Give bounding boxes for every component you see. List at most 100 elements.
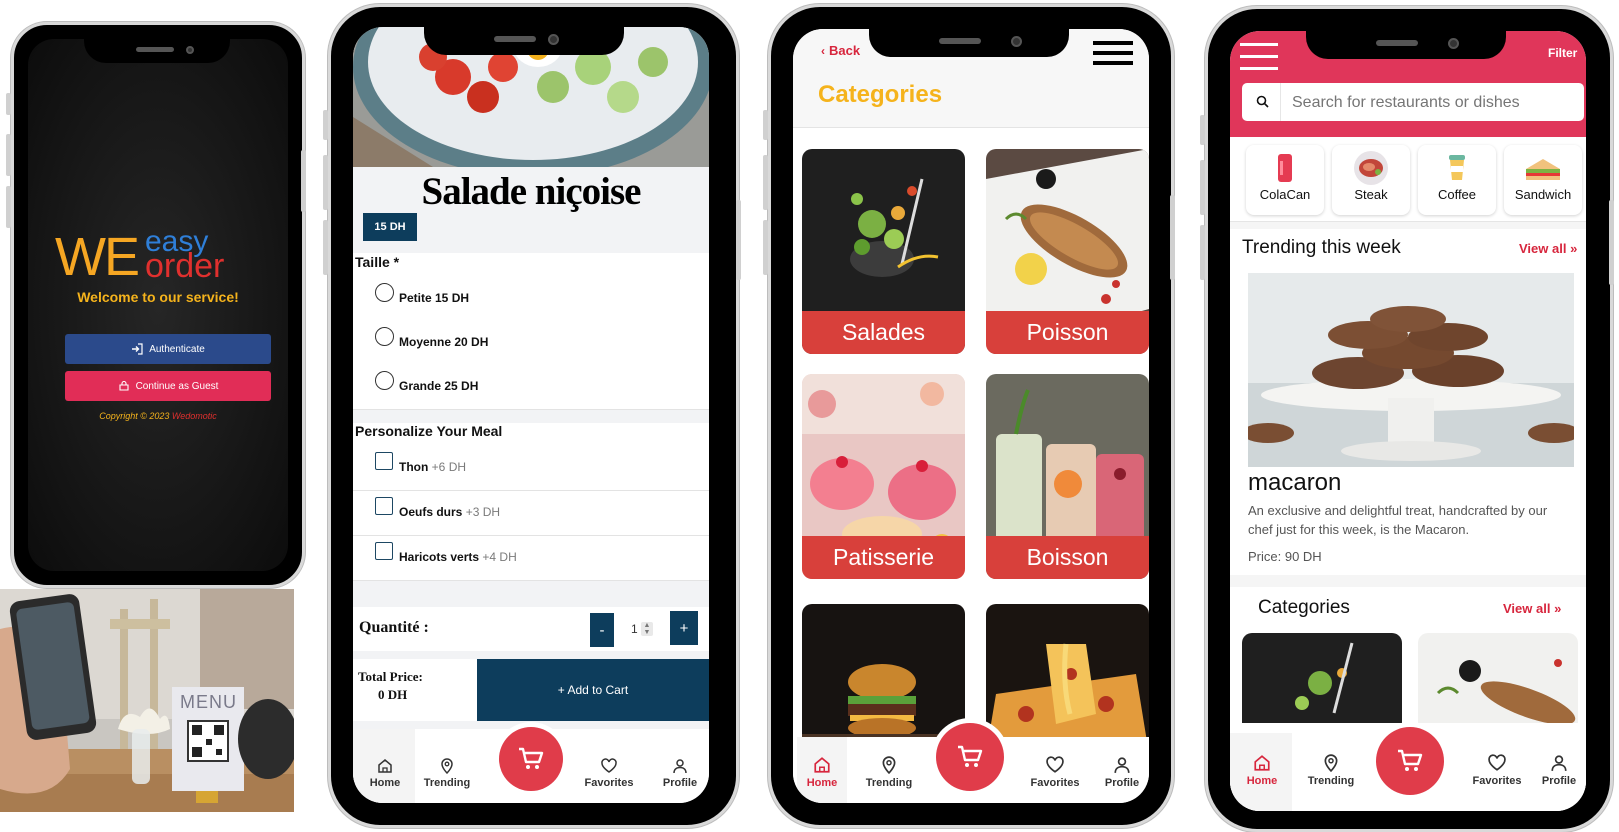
cart-button[interactable] — [499, 727, 563, 791]
filter-button[interactable]: Filter — [1548, 46, 1577, 60]
category-card-pizza[interactable] — [986, 604, 1149, 754]
quantity-row: Quantité : - 1 ▲ ▼ + — [353, 607, 709, 651]
size-option-label: Petite 15 DH — [399, 291, 470, 305]
dish-title: Salade niçoise — [421, 170, 642, 213]
quantity-stepper[interactable]: 1 ▲ ▼ — [623, 621, 659, 639]
copyright: Copyright © 2023 Wedomotic — [28, 411, 288, 421]
size-option-grande[interactable]: Grande 25 DH — [353, 365, 709, 410]
heart-icon — [601, 758, 617, 773]
cart-button[interactable] — [936, 723, 1004, 791]
categories-view-all-link[interactable]: View all » — [1503, 601, 1561, 616]
category-thumb-poisson[interactable] — [1418, 633, 1578, 723]
logo-we: WE — [55, 227, 140, 287]
add-to-cart-button[interactable]: + Add to Cart — [477, 659, 709, 721]
trending-item-name: macaron — [1248, 469, 1342, 496]
welcome-text: Welcome to our service! — [77, 289, 239, 305]
hamburger-menu-icon[interactable] — [1240, 41, 1278, 71]
user-icon — [673, 759, 687, 774]
category-thumb-salades[interactable] — [1242, 633, 1402, 723]
size-option-moyenne[interactable]: Moyenne 20 DH — [353, 321, 709, 366]
quantity-minus-button[interactable]: - — [590, 613, 614, 647]
search-bar[interactable] — [1242, 83, 1584, 121]
nav-profile[interactable]: Profile — [1534, 754, 1584, 787]
radio-button[interactable] — [375, 327, 394, 346]
trending-view-all-link[interactable]: View all » — [1519, 241, 1577, 256]
extra-option-label: Haricots verts +4 DH — [399, 550, 517, 564]
back-button[interactable]: ‹ Back — [821, 43, 860, 58]
nav-home[interactable]: Home — [357, 758, 413, 789]
macaron-image — [1242, 273, 1580, 467]
category-label: Boisson — [986, 536, 1149, 579]
radio-button[interactable] — [375, 371, 394, 390]
double-chevron-right-icon: » — [1570, 241, 1578, 256]
personalize-heading: Personalize Your Meal — [355, 423, 503, 439]
bottom-nav: Home Trending Favorites Profile — [793, 723, 1149, 803]
category-card-salades[interactable]: Salades — [802, 149, 965, 354]
stepper-arrows-icon[interactable]: ▲ ▼ — [641, 622, 653, 636]
phone-dish-detail: Salade niçoise 15 DH Taille * Petite 15 … — [328, 4, 739, 828]
copyright-brand: Wedomotic — [171, 411, 217, 421]
heart-icon — [1488, 754, 1506, 771]
category-card-poisson[interactable]: Poisson — [986, 149, 1149, 354]
category-card-boisson[interactable]: Boisson — [986, 374, 1149, 579]
categories-heading: Categories — [1258, 597, 1350, 618]
phone-notch — [869, 29, 1069, 57]
phone-login: WE easy order Welcome to our service! Au… — [11, 22, 305, 588]
copyright-prefix: Copyright © 2023 — [99, 411, 170, 421]
size-option-petite[interactable]: Petite 15 DH — [353, 277, 709, 322]
total-label: Total Price: — [358, 669, 423, 684]
checkbox[interactable] — [375, 452, 393, 470]
quantity-plus-button[interactable]: + — [670, 611, 698, 645]
nav-trending[interactable]: Trending — [859, 756, 919, 789]
price-badge: 15 DH — [363, 213, 417, 241]
nav-favorites[interactable]: Favorites — [1466, 754, 1528, 787]
category-card-burger[interactable] — [802, 604, 965, 754]
cart-icon — [958, 745, 983, 767]
checkbox[interactable] — [375, 497, 393, 515]
guest-icon — [119, 380, 129, 391]
size-option-label: Grande 25 DH — [399, 379, 479, 393]
extra-option-thon[interactable]: Thon +6 DH — [353, 446, 709, 491]
home-icon — [378, 759, 392, 773]
cart-icon — [519, 747, 544, 769]
chip-colacan[interactable]: ColaCan — [1246, 145, 1324, 215]
extra-option-label: Thon +6 DH — [399, 460, 467, 474]
location-pin-icon — [441, 758, 453, 774]
extra-option-oeufs[interactable]: Oeufs durs +3 DH — [353, 491, 709, 536]
size-option-label: Moyenne 20 DH — [399, 335, 489, 349]
nav-profile[interactable]: Profile — [1097, 756, 1147, 789]
checkbox[interactable] — [375, 542, 393, 560]
continue-guest-button[interactable]: Continue as Guest — [65, 371, 271, 401]
nav-home[interactable]: Home — [1234, 754, 1290, 787]
category-card-patisserie[interactable]: Patisserie — [802, 374, 965, 579]
nav-profile[interactable]: Profile — [655, 758, 705, 789]
cola-can-icon — [1268, 151, 1302, 185]
phone-categories: ‹ Back Categories Salades Poisson Patisse… — [768, 4, 1174, 828]
radio-button[interactable] — [375, 283, 394, 302]
chip-steak[interactable]: Steak — [1332, 145, 1410, 215]
chip-coffee[interactable]: Coffee — [1418, 145, 1496, 215]
nav-favorites[interactable]: Favorites — [579, 758, 639, 789]
extra-option-haricots[interactable]: Haricots verts +4 DH — [353, 536, 709, 581]
cart-button[interactable] — [1376, 727, 1444, 795]
phone-home: Filter ColaCan Steak Coffee Sandwich — [1205, 6, 1613, 832]
authenticate-button[interactable]: Authenticate — [65, 334, 271, 364]
sandwich-icon — [1522, 151, 1564, 185]
search-input[interactable] — [1290, 91, 1578, 115]
nav-trending[interactable]: Trending — [1300, 754, 1362, 787]
heart-icon — [1046, 756, 1064, 773]
nav-home[interactable]: Home — [797, 756, 847, 789]
category-chips: ColaCan Steak Coffee Sandwich — [1230, 137, 1586, 222]
nav-trending[interactable]: Trending — [417, 758, 477, 789]
nav-favorites[interactable]: Favorites — [1025, 756, 1085, 789]
qr-menu-photo: MENU — [0, 589, 294, 812]
size-heading: Taille * — [355, 254, 400, 270]
menu-icon[interactable] — [1093, 37, 1133, 69]
login-screen: WE easy order Welcome to our service! Au… — [28, 39, 288, 571]
categories-screen: ‹ Back Categories Salades Poisson Patisse… — [793, 29, 1149, 803]
logo: WE easy order — [55, 225, 275, 289]
trending-card[interactable]: macaron An exclusive and delightful trea… — [1242, 273, 1580, 569]
extra-option-label: Oeufs durs +3 DH — [399, 505, 501, 519]
bottom-nav: Home Trending Favorites Profile — [353, 727, 709, 803]
chip-sandwich[interactable]: Sandwich — [1504, 145, 1582, 215]
